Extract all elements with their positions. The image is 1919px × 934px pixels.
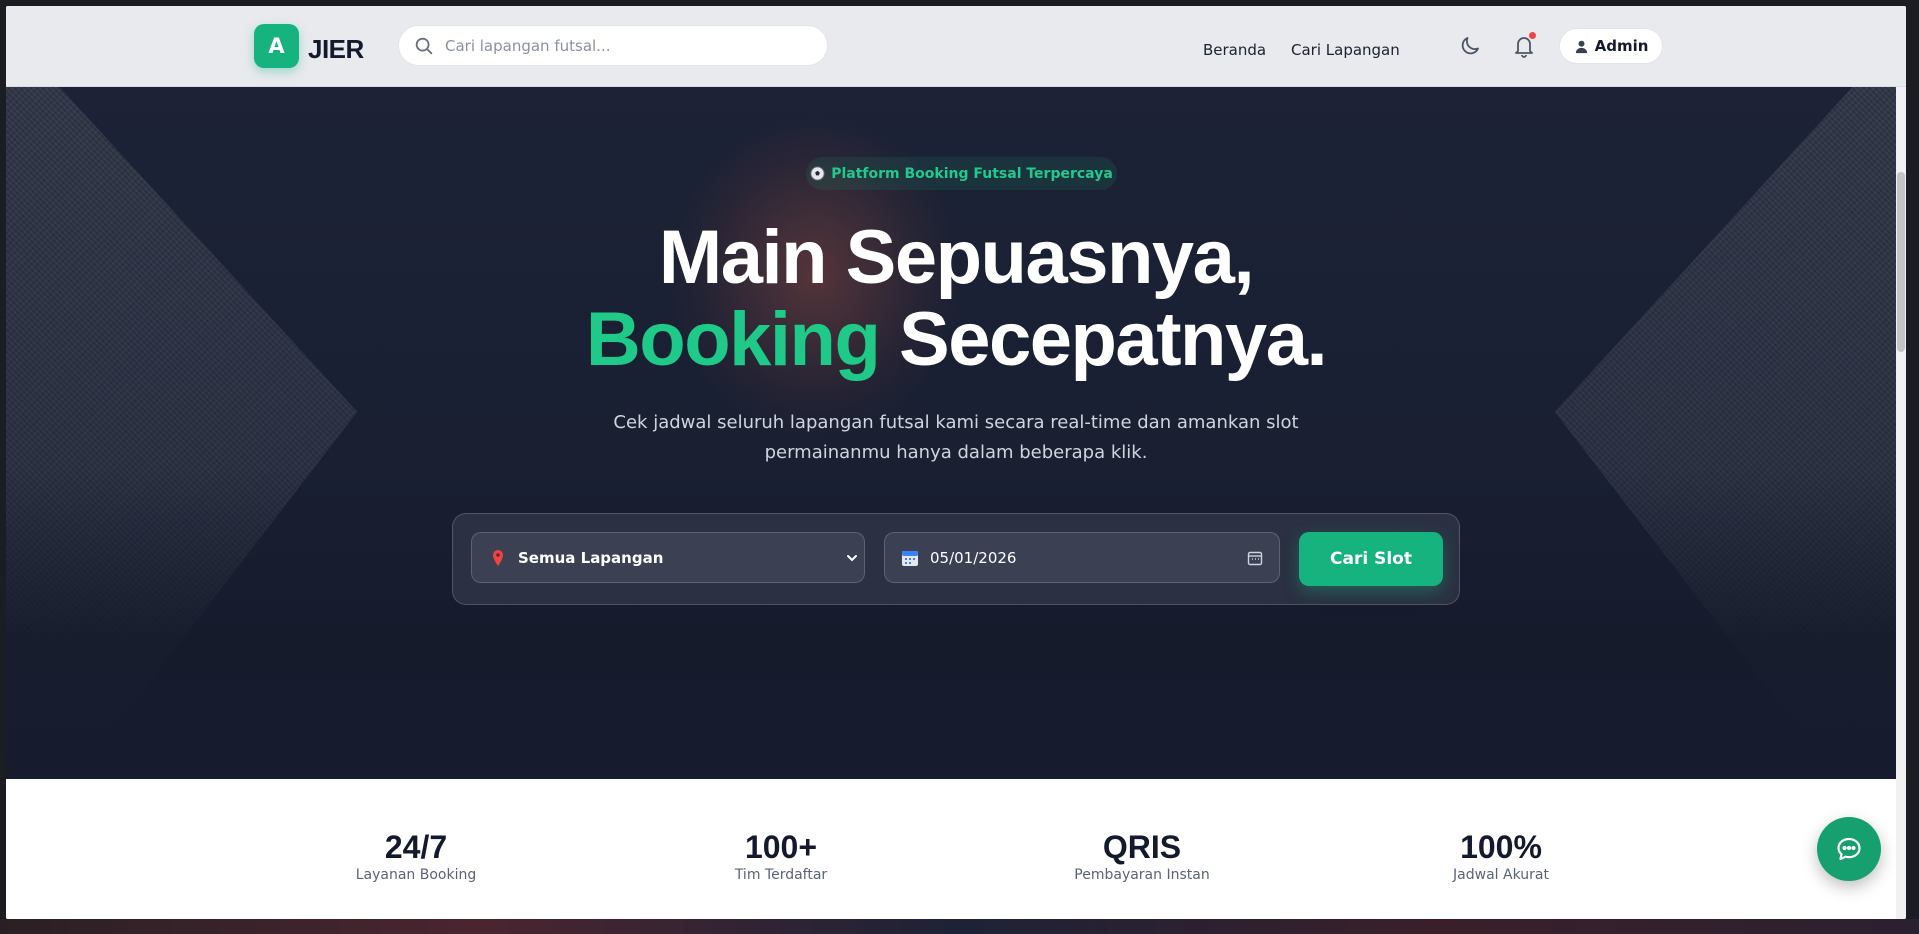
date-input[interactable]: 05/01/2026 bbox=[884, 532, 1280, 583]
notification-dot bbox=[1529, 32, 1536, 39]
hero-section: Platform Booking Futsal Terpercaya Main … bbox=[6, 87, 1906, 779]
hero-badge-text: Platform Booking Futsal Terpercaya bbox=[831, 165, 1113, 182]
search-bar[interactable] bbox=[398, 25, 828, 66]
stat-item: QRIS Pembayaran Instan bbox=[1012, 829, 1272, 883]
hero-badge: Platform Booking Futsal Terpercaya bbox=[806, 157, 1117, 190]
soccer-ball-icon bbox=[810, 166, 825, 181]
stat-value: 24/7 bbox=[384, 829, 448, 865]
stat-value: 100% bbox=[1460, 829, 1542, 865]
calendar-icon[interactable] bbox=[1247, 550, 1263, 566]
hero-headline-line1: Main Sepuasnya, bbox=[658, 215, 1255, 300]
stat-label: Pembayaran Instan bbox=[1074, 867, 1210, 883]
user-icon bbox=[1575, 40, 1587, 53]
stat-label: Layanan Booking bbox=[355, 867, 477, 883]
stat-value: 100+ bbox=[744, 829, 818, 865]
stat-item: 100% Jadwal Akurat bbox=[1371, 829, 1631, 883]
field-select-value: Semua Lapangan bbox=[518, 548, 664, 567]
stat-item: 100+ Tim Terdaftar bbox=[651, 829, 911, 883]
search-input[interactable] bbox=[445, 36, 815, 55]
booking-search-panel: Semua Lapangan 05/01/2026 Cari Slot bbox=[452, 513, 1460, 605]
search-slot-button[interactable]: Cari Slot bbox=[1299, 532, 1443, 586]
nav-link-cari-lapangan[interactable]: Cari Lapangan bbox=[1291, 41, 1400, 59]
user-name: Admin bbox=[1594, 37, 1649, 55]
brand-name[interactable]: JIER bbox=[308, 34, 364, 65]
search-icon bbox=[415, 37, 433, 54]
stat-value: QRIS bbox=[1102, 829, 1182, 865]
stat-label: Tim Terdaftar bbox=[734, 867, 828, 883]
hero-headline-accent: Booking bbox=[585, 297, 881, 382]
scrollbar-thumb[interactable] bbox=[1897, 172, 1905, 352]
hero-headline-rest: Secepatnya. bbox=[879, 297, 1328, 382]
hero-subtext: Cek jadwal seluruh lapangan futsal kami … bbox=[613, 412, 1299, 463]
stat-item: 24/7 Layanan Booking bbox=[286, 829, 546, 883]
nav-link-beranda[interactable]: Beranda bbox=[1203, 41, 1266, 59]
chat-icon bbox=[1837, 837, 1861, 861]
browser-window: A JIER Beranda Cari Lapangan Admin bbox=[6, 6, 1906, 919]
calendar-emoji-icon bbox=[902, 550, 918, 566]
navbar: A JIER Beranda Cari Lapangan Admin bbox=[6, 6, 1906, 87]
chat-button[interactable] bbox=[1817, 817, 1881, 881]
user-menu-button[interactable]: Admin bbox=[1559, 28, 1663, 64]
stat-label: Jadwal Akurat bbox=[1453, 867, 1549, 883]
stats-section: 24/7 Layanan Booking 100+ Tim Terdaftar … bbox=[6, 779, 1906, 919]
chevron-down-icon bbox=[847, 555, 857, 562]
map-pin-icon bbox=[493, 549, 503, 566]
date-input-value: 05/01/2026 bbox=[930, 548, 1017, 567]
hero-headline-line2: Booking Secepatnya. bbox=[6, 299, 1906, 381]
moon-icon[interactable] bbox=[1458, 34, 1482, 58]
logo-badge[interactable]: A bbox=[254, 24, 299, 68]
field-select[interactable]: Semua Lapangan bbox=[471, 532, 865, 583]
page-scrollbar[interactable] bbox=[1896, 87, 1906, 919]
desktop-taskbar bbox=[0, 919, 1919, 934]
